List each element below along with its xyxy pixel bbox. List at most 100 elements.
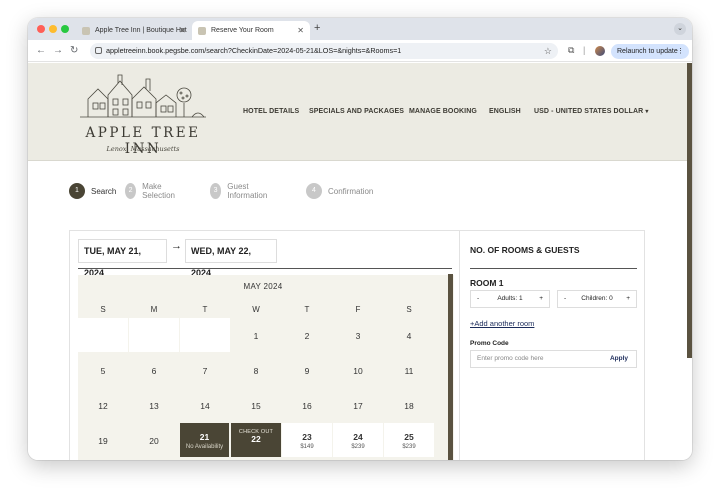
checkin-date[interactable]: TUE, MAY 21, 2024: [78, 239, 167, 278]
tab-apple-tree-inn[interactable]: Apple Tree Inn | Boutique Hot ✕: [76, 21, 192, 40]
address-bar[interactable]: appletreeinn.book.pegsbe.com/search?Chec…: [90, 43, 558, 59]
day-number: 14: [200, 401, 210, 411]
calendar-day[interactable]: 7: [180, 353, 230, 387]
calendar-day[interactable]: 17: [333, 388, 383, 422]
adults-minus-button[interactable]: -: [477, 291, 479, 307]
step-confirmation: 4 Confirmation: [306, 183, 373, 199]
nav-manage-booking[interactable]: MANAGE BOOKING: [409, 108, 477, 115]
nav-currency[interactable]: USD - UNITED STATES DOLLAR ▾: [534, 108, 648, 115]
day-number: 23: [302, 432, 312, 442]
calendar-day[interactable]: 19: [78, 423, 128, 457]
step-label: Confirmation: [328, 186, 374, 196]
weekday-label: T: [202, 305, 208, 314]
divider-icon: |: [583, 45, 586, 55]
day-number: 19: [98, 436, 108, 446]
weekday-label: T: [304, 305, 310, 314]
step-number: 1: [69, 183, 85, 199]
calendar-day[interactable]: CHECK OUT 22: [231, 423, 281, 457]
page-scrollbar[interactable]: [687, 63, 692, 358]
step-search: 1 Search: [69, 183, 116, 199]
site-favicon-icon: [82, 26, 90, 35]
calendar-day[interactable]: 10: [333, 353, 383, 387]
day-number: 18: [404, 401, 414, 411]
day-number: 2: [304, 331, 310, 341]
calendar-day[interactable]: 4: [384, 318, 434, 352]
currency-label: USD - UNITED STATES DOLLAR: [534, 108, 644, 115]
calendar-day[interactable]: 1: [231, 318, 281, 352]
browser-toolbar: ← → ↻ appletreeinn.book.pegsbe.com/searc…: [28, 40, 692, 62]
nav-specials-packages[interactable]: SPECIALS AND PACKAGES: [309, 108, 404, 115]
close-tab-icon[interactable]: ✕: [179, 26, 186, 35]
tab-search-button[interactable]: ⌄: [674, 23, 686, 35]
weekday-label: W: [252, 305, 260, 314]
relaunch-button[interactable]: Relaunch to update ⋮: [611, 44, 689, 59]
calendar-day[interactable]: 20: [129, 423, 179, 457]
calendar-scrollbar[interactable]: [448, 274, 453, 460]
calendar-day[interactable]: 11: [384, 353, 434, 387]
day-number: 24: [353, 432, 363, 442]
new-tab-button[interactable]: +: [314, 22, 320, 34]
bookmark-star-icon[interactable]: ☆: [544, 43, 552, 59]
site-favicon-icon: [198, 26, 206, 35]
day-price: $239: [351, 443, 365, 450]
forward-icon[interactable]: →: [53, 45, 63, 56]
arrow-right-icon: →: [171, 240, 182, 252]
calendar-day[interactable]: 14: [180, 388, 230, 422]
calendar-day[interactable]: 24 $239: [333, 423, 383, 457]
minimize-window-button[interactable]: [49, 25, 57, 33]
close-window-button[interactable]: [37, 25, 45, 33]
step-label: Make Selection: [142, 182, 175, 200]
tab-title: Apple Tree Inn | Boutique Hot: [95, 27, 187, 34]
apply-promo-button[interactable]: Apply: [610, 351, 628, 367]
rooms-divider: [470, 268, 637, 269]
availability-note: No Availability: [185, 443, 224, 450]
rooms-title: NO. OF ROOMS & GUESTS: [470, 245, 580, 255]
profile-avatar[interactable]: [595, 46, 605, 56]
checkout-date[interactable]: WED, MAY 22, 2024: [185, 239, 277, 278]
zoom-window-button[interactable]: [61, 25, 69, 33]
day-number: 15: [251, 401, 261, 411]
add-room-link[interactable]: +Add another room: [470, 319, 534, 328]
weekday-label: F: [355, 305, 361, 314]
day-number: 7: [202, 366, 208, 376]
calendar-day[interactable]: 8: [231, 353, 281, 387]
promo-input[interactable]: Enter promo code here: [477, 351, 543, 367]
nav-language[interactable]: ENGLISH: [489, 108, 521, 115]
tab-reserve-your-room[interactable]: Reserve Your Room ✕: [192, 21, 310, 40]
rooms-guests-panel: NO. OF ROOMS & GUESTS ROOM 1 Adults: 1 -…: [459, 231, 646, 460]
close-tab-icon[interactable]: ✕: [297, 26, 304, 35]
calendar-day[interactable]: 18: [384, 388, 434, 422]
day-number: 17: [353, 401, 363, 411]
hotel-logo[interactable]: APPLE TREE INN Lenox, Massachusetts: [68, 71, 218, 157]
calendar-day[interactable]: 5: [78, 353, 128, 387]
back-icon[interactable]: ←: [36, 45, 46, 56]
calendar-day[interactable]: 16: [282, 388, 332, 422]
calendar-day[interactable]: 15: [231, 388, 281, 422]
tab-title: Reserve Your Room: [211, 27, 274, 34]
calendar-day[interactable]: 2: [282, 318, 332, 352]
children-minus-button[interactable]: -: [564, 291, 566, 307]
calendar-day[interactable]: 3: [333, 318, 383, 352]
more-menu-icon[interactable]: ⋮: [677, 44, 684, 59]
reload-icon[interactable]: ↻: [70, 45, 78, 56]
day-number: 1: [253, 331, 259, 341]
step-number: 3: [210, 183, 222, 199]
relaunch-label: Relaunch to update: [617, 48, 678, 55]
step-number: 2: [125, 183, 137, 199]
calendar-day[interactable]: 25 $239: [384, 423, 434, 457]
calendar-day[interactable]: 23 $149: [282, 423, 332, 457]
extensions-icon[interactable]: ⧉: [568, 45, 574, 56]
nav-hotel-details[interactable]: HOTEL DETAILS: [243, 108, 299, 115]
day-number: 9: [304, 366, 310, 376]
calendar-day[interactable]: 9: [282, 353, 332, 387]
day-number: 8: [253, 366, 259, 376]
adults-plus-button[interactable]: +: [539, 291, 543, 307]
children-stepper: Children: 0 - +: [557, 290, 637, 308]
calendar-day[interactable]: 6: [129, 353, 179, 387]
calendar-day[interactable]: 13: [129, 388, 179, 422]
calendar-day[interactable]: 21 No Availability: [180, 423, 230, 457]
site-header: APPLE TREE INN Lenox, Massachusetts HOTE…: [28, 63, 687, 161]
children-plus-button[interactable]: +: [626, 291, 630, 307]
calendar-day[interactable]: 12: [78, 388, 128, 422]
site-info-icon[interactable]: [95, 47, 102, 54]
